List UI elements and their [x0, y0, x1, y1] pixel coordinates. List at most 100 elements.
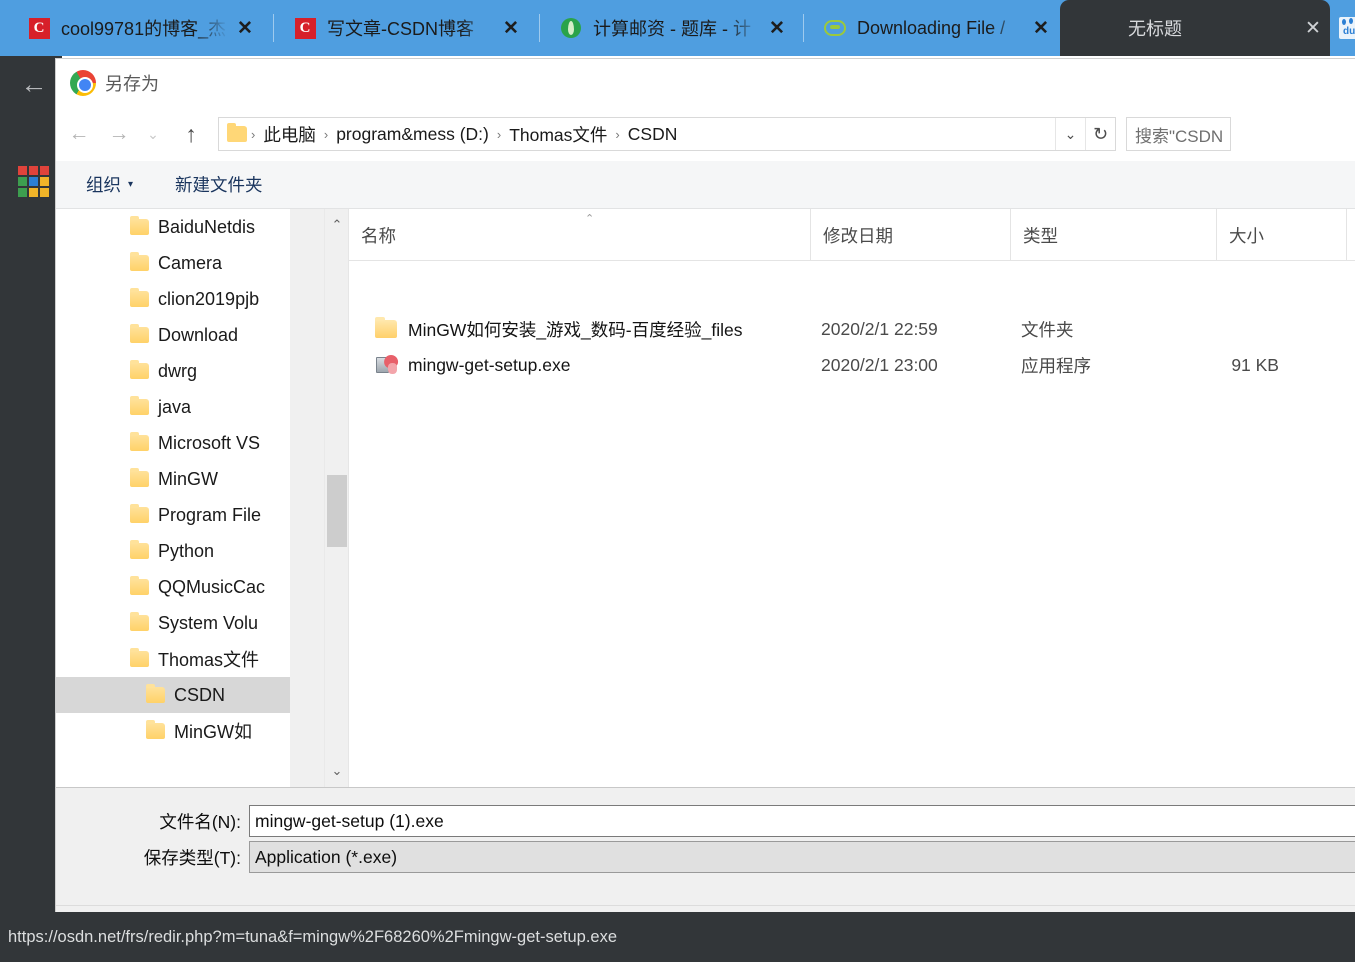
browser-tab-6[interactable]	[1333, 0, 1355, 56]
filename-row: 文件名(N): mingw-get-setup (1).exe	[56, 805, 1355, 837]
search-input-value: 搜索"CSDN	[1135, 126, 1224, 146]
browser-tab-4[interactable]: Downloading File / ✕	[810, 0, 1058, 56]
browser-left-rail: ←	[0, 56, 62, 912]
dialog-title: 另存为	[105, 74, 159, 94]
tree-item-program-files[interactable]: Program File	[56, 497, 290, 533]
tab-divider	[803, 14, 804, 42]
breadcrumb-item-2[interactable]: Thomas文件	[502, 122, 614, 147]
nav-forward-button[interactable]: →	[102, 117, 136, 151]
chevron-down-icon: ▾	[128, 179, 134, 190]
status-bar: https://osdn.net/frs/redir.php?m=tuna&f=…	[0, 912, 1355, 962]
tree-item-label: java	[158, 396, 192, 417]
breadcrumb[interactable]: › 此电脑 › program&mess (D:) › Thomas文件 › C…	[218, 117, 1116, 151]
dialog-toolbar: 组织 ▾ 新建文件夹	[56, 161, 1355, 209]
tree-item-label: Python	[158, 540, 215, 561]
folder-icon	[227, 123, 247, 142]
column-header-size[interactable]: 大小	[1217, 209, 1347, 261]
breadcrumb-item-1[interactable]: program&mess (D:)	[329, 124, 496, 145]
tree-item-label: Download	[158, 324, 239, 345]
folder-icon	[130, 612, 149, 631]
organize-button[interactable]: 组织 ▾	[72, 172, 147, 197]
tree-item-csdn[interactable]: CSDN	[56, 677, 290, 713]
file-list-pane: ⌃ 名称 修改日期 类型 大小 MinGW如何安装_游戏_数码-百度经验_fil…	[349, 209, 1355, 787]
folder-icon	[130, 216, 149, 235]
scroll-up-icon[interactable]: ⌃	[325, 213, 349, 237]
baidu-icon	[1339, 17, 1355, 39]
tree-item-dwrg[interactable]: dwrg	[56, 353, 290, 389]
tree-item-qqmusiccache[interactable]: QQMusicCac	[56, 569, 290, 605]
tree-item-python[interactable]: Python	[56, 533, 290, 569]
tab-close-icon[interactable]: ✕	[760, 11, 794, 45]
back-arrow-icon[interactable]: ←	[18, 68, 50, 100]
tab-close-icon[interactable]: ✕	[1024, 11, 1058, 45]
status-url: https://osdn.net/frs/redir.php?m=tuna&f=…	[8, 927, 618, 946]
tree-item-label: MinGW	[158, 468, 218, 489]
browser-tab-2[interactable]: C 写文章-CSDN博客 ✕	[280, 0, 528, 56]
scroll-down-icon[interactable]: ⌄	[325, 759, 349, 783]
organize-label: 组织	[86, 175, 121, 195]
tree-item-microsoft-vs[interactable]: Microsoft VS	[56, 425, 290, 461]
browser-tab-3[interactable]: 计算邮资 - 题库 - 计 ✕	[546, 0, 794, 56]
file-size: 91 KB	[1231, 354, 1279, 375]
folder-icon	[130, 648, 149, 667]
tab-close-icon[interactable]: ✕	[1296, 11, 1330, 45]
tree-item-thomas[interactable]: Thomas文件	[56, 641, 290, 677]
breadcrumb-item-3[interactable]: CSDN	[621, 124, 685, 145]
tab-divider	[273, 14, 274, 42]
tree-item-label: BaiduNetdis	[158, 216, 256, 237]
csdn-icon: C	[28, 17, 50, 39]
tree-item-clion2019pjb[interactable]: clion2019pjb	[56, 281, 290, 317]
browser-tab-1[interactable]: C cool99781的博客_杰 ✕	[14, 0, 262, 56]
table-row[interactable]: mingw-get-setup.exe 2020/2/1 23:00 应用程序 …	[349, 347, 1355, 383]
tree-item-java[interactable]: java	[56, 389, 290, 425]
tab-title: 无标题	[1128, 19, 1182, 39]
file-type: 文件夹	[1021, 319, 1074, 340]
tree-item-baidunetdis[interactable]: BaiduNetdis	[56, 209, 290, 245]
file-date: 2020/2/1 22:59	[821, 318, 938, 339]
file-name: mingw-get-setup.exe	[408, 354, 571, 375]
nav-up-button[interactable]: ↑	[174, 117, 208, 151]
chevron-down-icon[interactable]: ⌄	[1055, 118, 1085, 150]
nav-history-dropdown[interactable]: ⌄	[142, 117, 164, 151]
file-date: 2020/2/1 23:00	[821, 354, 938, 375]
tree-item-label: Thomas文件	[158, 650, 260, 670]
browser-tab-5-active[interactable]: 无标题 ✕	[1060, 0, 1330, 56]
folder-tree-pane[interactable]: BaiduNetdis Camera clion2019pjb Download…	[56, 209, 290, 787]
column-header-name[interactable]: 名称	[349, 209, 811, 261]
search-input[interactable]: 搜索"CSDN	[1126, 117, 1231, 151]
nav-back-button[interactable]: ←	[62, 117, 96, 151]
tab-title: 写文章-CSDN博客	[327, 19, 474, 39]
dialog-title-bar: 另存为	[56, 59, 1355, 107]
tree-item-label: MinGW如	[174, 722, 252, 742]
folder-icon	[146, 720, 165, 739]
refresh-icon[interactable]: ↻	[1085, 118, 1115, 150]
new-folder-button[interactable]: 新建文件夹	[147, 172, 277, 197]
tab-close-icon[interactable]: ✕	[228, 11, 262, 45]
table-row[interactable]: MinGW如何安装_游戏_数码-百度经验_files 2020/2/1 22:5…	[349, 311, 1355, 347]
folder-icon	[146, 684, 165, 703]
tree-item-label: Program File	[158, 504, 262, 525]
tab-close-icon[interactable]: ✕	[494, 11, 528, 45]
apps-grid-icon[interactable]	[18, 166, 49, 197]
column-header-label: 类型	[1023, 225, 1058, 246]
folder-icon	[130, 252, 149, 271]
tree-item-system-volume[interactable]: System Volu	[56, 605, 290, 641]
filename-input[interactable]: mingw-get-setup (1).exe	[249, 805, 1355, 837]
column-header-type[interactable]: 类型	[1011, 209, 1217, 261]
tree-scrollbar[interactable]: ⌃ ⌄	[324, 209, 348, 787]
column-headers: ⌃ 名称 修改日期 类型 大小	[349, 209, 1355, 261]
column-header-label: 修改日期	[823, 225, 893, 246]
tree-item-download[interactable]: Download	[56, 317, 290, 353]
navigation-row: ← → ⌄ ↑ › 此电脑 › program&mess (D:) › Thom…	[56, 107, 1355, 161]
savetype-select[interactable]: Application (*.exe)	[249, 841, 1355, 873]
tree-item-mingw-how[interactable]: MinGW如	[56, 713, 290, 749]
breadcrumb-item-0[interactable]: 此电脑	[256, 122, 323, 147]
download-oval-icon	[824, 17, 846, 39]
csdn-icon: C	[294, 17, 316, 39]
tree-item-camera[interactable]: Camera	[56, 245, 290, 281]
tab-title: cool99781的博客_杰	[61, 19, 227, 39]
tree-item-mingw[interactable]: MinGW	[56, 461, 290, 497]
scrollbar-thumb[interactable]	[327, 475, 347, 547]
column-header-date[interactable]: 修改日期	[811, 209, 1011, 261]
savetype-row: 保存类型(T): Application (*.exe)	[56, 841, 1355, 873]
